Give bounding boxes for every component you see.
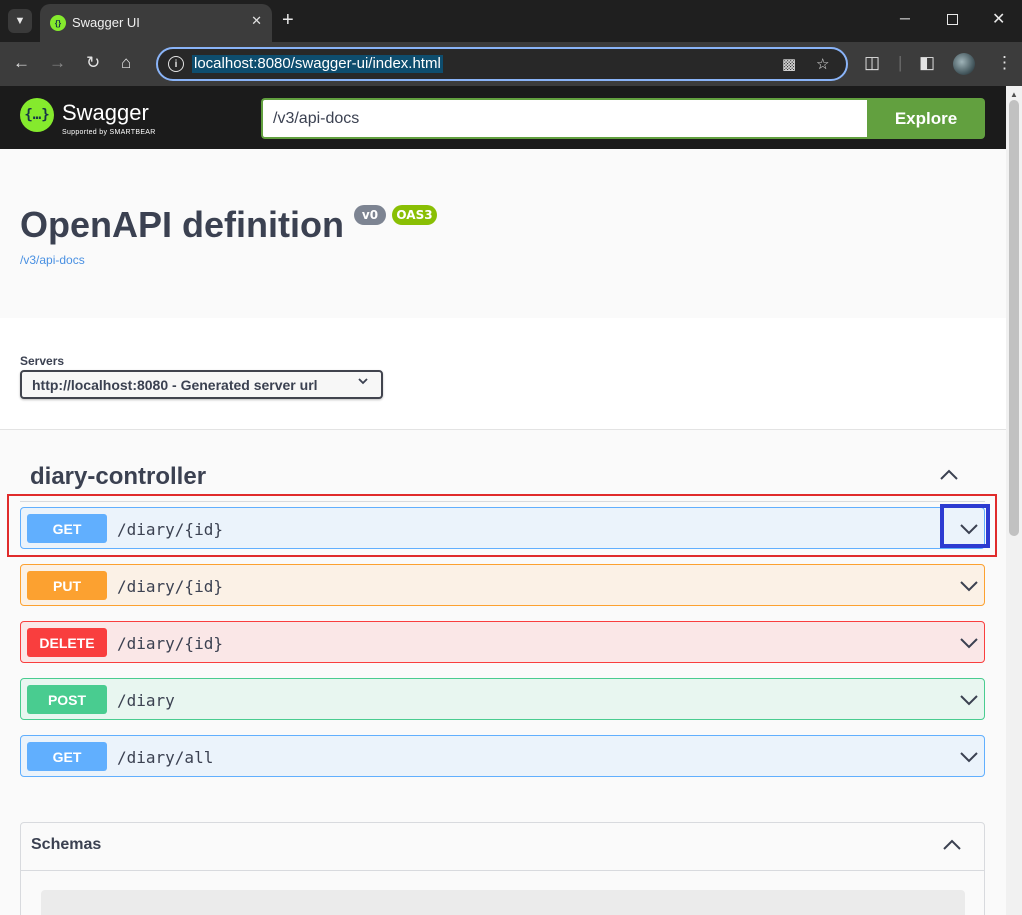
- tab-title: Swagger UI: [72, 15, 140, 30]
- home-icon[interactable]: ⌂: [121, 52, 131, 74]
- api-docs-link[interactable]: /v3/api-docs: [20, 253, 85, 267]
- schema-model[interactable]: [41, 890, 965, 915]
- reload-icon[interactable]: ↻: [86, 52, 100, 74]
- servers-section: Servers http://localhost:8080 - Generate…: [0, 318, 1006, 430]
- swagger-favicon-icon: {}: [50, 15, 66, 31]
- servers-selected-value: http://localhost:8080 - Generated server…: [32, 377, 318, 393]
- explore-button[interactable]: Explore: [867, 98, 985, 139]
- scrollbar-thumb[interactable]: [1009, 100, 1019, 536]
- method-badge: PUT: [27, 571, 107, 600]
- operation-path: /diary/{id}: [117, 577, 223, 596]
- maximize-icon[interactable]: [947, 14, 958, 25]
- api-url-input[interactable]: /v3/api-docs: [261, 98, 867, 139]
- api-info: OpenAPI definition v0 OAS3 /v3/api-docs: [0, 149, 1006, 318]
- chevron-up-icon[interactable]: [938, 464, 960, 486]
- chevron-down-icon[interactable]: [958, 689, 980, 711]
- operation-path: /diary/all: [117, 748, 214, 767]
- servers-select[interactable]: http://localhost:8080 - Generated server…: [20, 370, 383, 399]
- chevron-down-icon[interactable]: [958, 575, 980, 597]
- schemas-title[interactable]: Schemas: [31, 836, 101, 854]
- method-badge: DELETE: [27, 628, 107, 657]
- operation-delete-diary-id[interactable]: DELETE /diary/{id}: [20, 621, 985, 663]
- address-bar[interactable]: i localhost:8080/swagger-ui/index.html ▩…: [156, 47, 848, 81]
- scroll-up-icon[interactable]: ▲: [1010, 90, 1018, 99]
- swagger-brand: Swagger: [62, 100, 149, 125]
- chevron-up-icon[interactable]: [941, 834, 963, 856]
- operation-get-diary-all[interactable]: GET /diary/all: [20, 735, 985, 777]
- tag-title[interactable]: diary-controller: [30, 463, 206, 491]
- url-text[interactable]: localhost:8080/swagger-ui/index.html: [192, 55, 443, 73]
- chevron-down-icon[interactable]: [958, 632, 980, 654]
- swagger-topbar: {…} Swagger Supported by SMARTBEAR /v3/a…: [0, 86, 1006, 149]
- operation-path: /diary/{id}: [117, 634, 223, 653]
- annotation-highlight-red: [7, 494, 997, 557]
- new-tab-icon[interactable]: +: [282, 9, 294, 31]
- side-panel-icon[interactable]: ◧: [919, 52, 935, 74]
- browser-tab[interactable]: {} Swagger UI ✕: [40, 4, 272, 42]
- operation-post-diary[interactable]: POST /diary: [20, 678, 985, 720]
- close-window-icon[interactable]: ✕: [992, 9, 1005, 29]
- annotation-highlight-blue: [940, 504, 990, 548]
- toolbar-divider: |: [898, 53, 903, 72]
- minimize-icon[interactable]: ─: [900, 10, 910, 26]
- operation-put-diary-id[interactable]: PUT /diary/{id}: [20, 564, 985, 606]
- menu-kebab-icon[interactable]: ⋮: [996, 52, 1013, 74]
- schemas-section: Schemas: [20, 822, 985, 915]
- chevron-down-icon[interactable]: [958, 746, 980, 768]
- browser-toolbar: ← → ↻ ⌂ i localhost:8080/swagger-ui/inde…: [0, 42, 1022, 86]
- site-info-icon[interactable]: i: [168, 56, 184, 72]
- bookmark-star-icon[interactable]: ☆: [816, 55, 829, 73]
- servers-label: Servers: [20, 354, 65, 368]
- oas-badge: OAS3: [392, 205, 437, 225]
- swagger-logo-icon[interactable]: {…}: [20, 98, 54, 132]
- version-badge: v0: [354, 205, 386, 225]
- forward-icon[interactable]: →: [49, 52, 66, 74]
- chevron-down-icon: [357, 375, 369, 390]
- swagger-supported-by: Supported by SMARTBEAR: [62, 129, 156, 136]
- method-badge: POST: [27, 685, 107, 714]
- close-tab-icon[interactable]: ✕: [251, 13, 262, 29]
- back-icon[interactable]: ←: [13, 52, 30, 74]
- profile-avatar[interactable]: [953, 53, 975, 75]
- extensions-icon[interactable]: ◫: [864, 52, 880, 74]
- tab-search-icon[interactable]: ▼: [8, 9, 32, 33]
- page-title: OpenAPI definition: [20, 204, 344, 245]
- browser-window: { "browser": { "tab_title": "Swagger UI"…: [0, 0, 1022, 915]
- method-badge: GET: [27, 742, 107, 771]
- operation-path: /diary: [117, 691, 175, 710]
- translate-icon[interactable]: ▩: [782, 55, 796, 73]
- tab-bar: ▼ {} Swagger UI ✕ + ─ ✕: [0, 0, 1022, 42]
- divider: [21, 870, 984, 871]
- page-scrollbar[interactable]: ▲: [1006, 86, 1022, 915]
